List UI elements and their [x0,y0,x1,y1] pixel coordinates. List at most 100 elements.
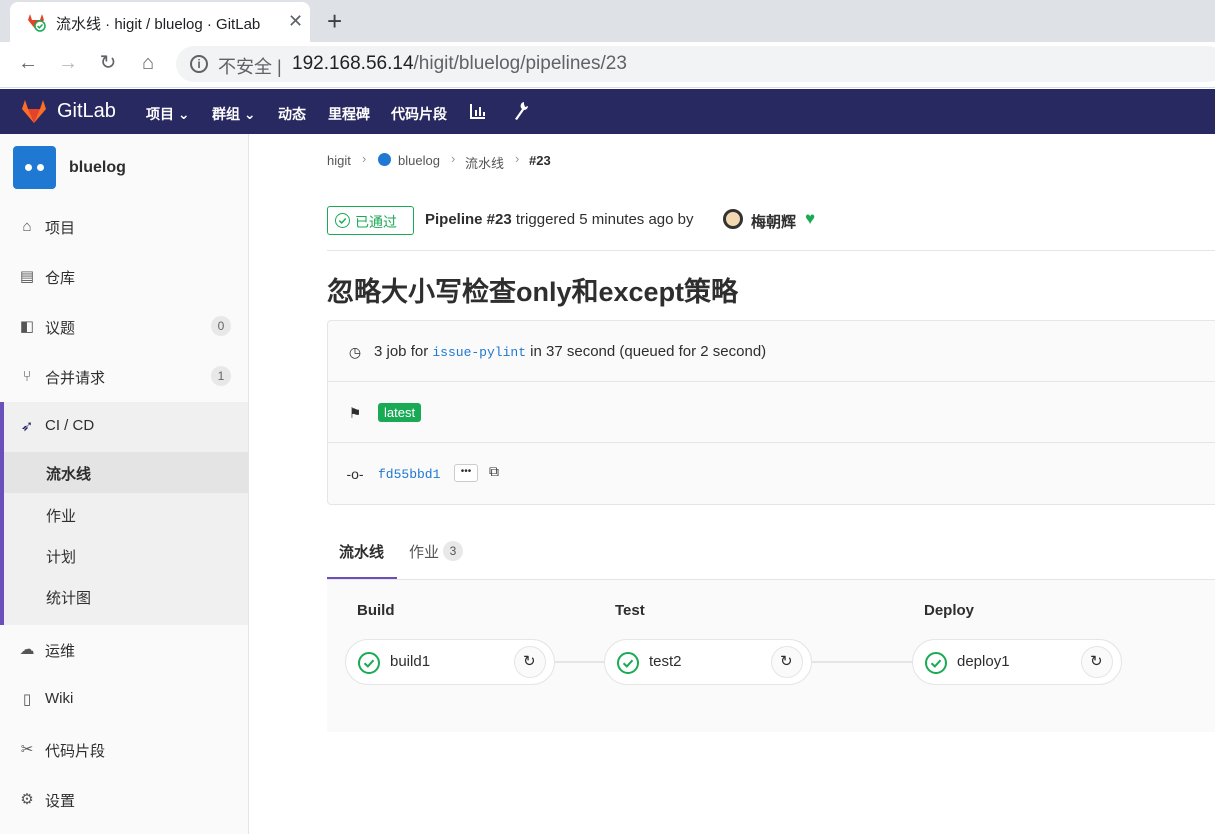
info-row-duration: ◷ 3 job for issue-pylint in 37 second (q… [328,321,1215,382]
nav-milestones[interactable]: 里程碑 [328,104,370,124]
status-success-icon [358,652,380,674]
duration-text: in 37 second (queued for 2 second) [530,343,767,360]
tab-jobs[interactable]: 作业 3 [409,541,463,562]
stage-test-title: Test [615,602,645,619]
sidebar-item-merge-requests[interactable]: ⑂ 合并请求 1 [0,352,248,402]
commit-sha-link[interactable]: fd55bbd1 [378,467,440,482]
project-avatar-small [378,153,391,166]
sidebar-item-settings[interactable]: ⚙ 设置 [0,775,248,825]
chevron-down-icon: ⌄ [177,106,190,122]
retry-button[interactable]: ↻ [1081,646,1113,678]
reload-icon[interactable]: ↻ [97,52,119,74]
merge-request-icon: ⑂ [22,368,32,385]
chevron-down-icon: ⌄ [243,106,256,122]
triggered-text: triggered 5 minutes ago by [515,211,694,228]
jobs-count-text: 3 job for [374,343,429,360]
info-row-tag: ⚑ latest [328,382,1215,443]
clock-icon: ◷ [348,344,362,360]
breadcrumb-higit[interactable]: higit [327,153,351,168]
retry-button[interactable]: ↻ [771,646,803,678]
status-badge[interactable]: 已通过 [327,206,414,235]
breadcrumb-pipelines[interactable]: 流水线 [465,153,504,172]
status-success-icon [617,652,639,674]
issues-count-badge: 0 [211,316,231,336]
gitlab-navbar: GitLab 项目 ⌄ 群组 ⌄ 动态 里程碑 代码片段 [0,89,1215,134]
retry-button[interactable]: ↻ [514,646,546,678]
url-text[interactable]: 192.168.56.14/higit/bluelog/pipelines/23 [292,53,627,75]
project-name[interactable]: bluelog [69,159,126,177]
nav-projects[interactable]: 项目 ⌄ [146,104,190,124]
main-content: higit › bluelog › 流水线 › #23 已通过 Pipeline… [249,134,1215,834]
info-row-commit: -o- fd55bbd1 ••• ⧉ [328,443,1215,504]
breadcrumb-bluelog[interactable]: bluelog [398,153,440,168]
pipeline-header-text: Pipeline #23 triggered 5 minutes ago by … [425,209,815,231]
wrench-icon[interactable] [513,101,529,121]
mr-count-badge: 1 [211,366,231,386]
sidebar-sub-pipelines[interactable]: 流水线 [46,463,91,484]
address-bar[interactable]: i 不安全 | 192.168.56.14/higit/bluelog/pipe… [176,46,1215,82]
chevron-right-icon: › [451,151,456,166]
user-avatar[interactable] [723,209,743,229]
nav-activity[interactable]: 动态 [278,104,306,124]
retry-icon: ↻ [1090,653,1103,670]
stage-connector [555,661,605,663]
book-icon: ▯ [22,691,32,708]
sidebar-item-project[interactable]: ⌂ 项目 [0,202,248,252]
tab-pipeline[interactable]: 流水线 [339,541,384,562]
check-circle-icon [335,213,350,228]
breadcrumb-current[interactable]: #23 [529,153,551,168]
sidebar-item-issues[interactable]: ◧ 议题 0 [0,302,248,352]
pipeline-title: 忽略大小写检查only和except策略 [327,277,739,307]
retry-icon: ↻ [523,653,536,670]
commit-icon: -o- [346,466,364,482]
sidebar-item-operations[interactable]: ☁ 运维 [0,625,248,675]
browser-tab-strip: 流水线 · higit / bluelog · GitLab ✕ + [0,0,1215,42]
browser-tab[interactable]: 流水线 · higit / bluelog · GitLab ✕ [10,2,310,42]
scissors-icon: ✂ [20,741,34,758]
pipeline-id: Pipeline #23 [425,211,512,228]
gitlab-logo-icon[interactable] [20,97,48,125]
sidebar-item-snippets[interactable]: ✂ 代码片段 [0,725,248,775]
divider [327,250,1215,251]
chevron-right-icon: › [515,151,520,166]
stage-connector [812,661,914,663]
sidebar-sub-jobs[interactable]: 作业 [46,505,76,526]
chart-icon[interactable] [470,103,486,119]
project-sidebar: bluelog ⌂ 项目 ▤ 仓库 ◧ 议题 0 ⑂ 合并请求 1 ➶ CI / CD 流… [0,134,249,834]
sidebar-sub-charts[interactable]: 统计图 [46,587,91,608]
status-success-icon [925,652,947,674]
gitlab-brand[interactable]: GitLab [57,100,116,123]
close-tab-icon[interactable]: ✕ [288,11,303,32]
gitlab-favicon-icon [28,14,46,32]
user-name[interactable]: 梅朝辉 [751,211,796,232]
nav-groups[interactable]: 群组 ⌄ [212,104,256,124]
sidebar-item-repository[interactable]: ▤ 仓库 [0,252,248,302]
flag-icon: ⚑ [348,405,362,421]
ellipsis-button[interactable]: ••• [454,464,478,482]
green-heart-icon: ♥ [805,209,816,228]
job-deploy1[interactable]: deploy1 ↻ [912,639,1122,685]
job-build1[interactable]: build1 ↻ [345,639,555,685]
latest-tag-badge: latest [378,403,422,422]
rocket-icon: ➶ [20,418,34,435]
active-subitem-bg [4,452,248,493]
copy-icon[interactable]: ⧉ [489,463,499,480]
job-test2[interactable]: test2 ↻ [604,639,812,685]
home-icon: ⌂ [22,218,32,235]
info-icon[interactable]: i [190,55,208,73]
insecure-label: 不安全 | [218,57,282,77]
sidebar-item-wiki[interactable]: ▯ Wiki [0,675,248,725]
project-avatar[interactable] [13,146,56,189]
nav-snippets[interactable]: 代码片段 [391,104,447,124]
stage-build-title: Build [357,602,395,619]
tab-title: 流水线 · higit / bluelog · GitLab [56,16,261,33]
sidebar-cicd-section: ➶ CI / CD 流水线 作业 计划 统计图 [0,402,248,625]
sidebar-item-cicd[interactable]: ➶ CI / CD [0,402,248,452]
forward-icon[interactable]: → [57,52,79,74]
new-tab-icon[interactable]: + [327,6,342,37]
sidebar-sub-schedules[interactable]: 计划 [46,546,76,567]
home-icon[interactable]: ⌂ [137,52,159,74]
retry-icon: ↻ [780,653,793,670]
back-icon[interactable]: ← [17,52,39,74]
branch-link[interactable]: issue-pylint [432,345,526,360]
